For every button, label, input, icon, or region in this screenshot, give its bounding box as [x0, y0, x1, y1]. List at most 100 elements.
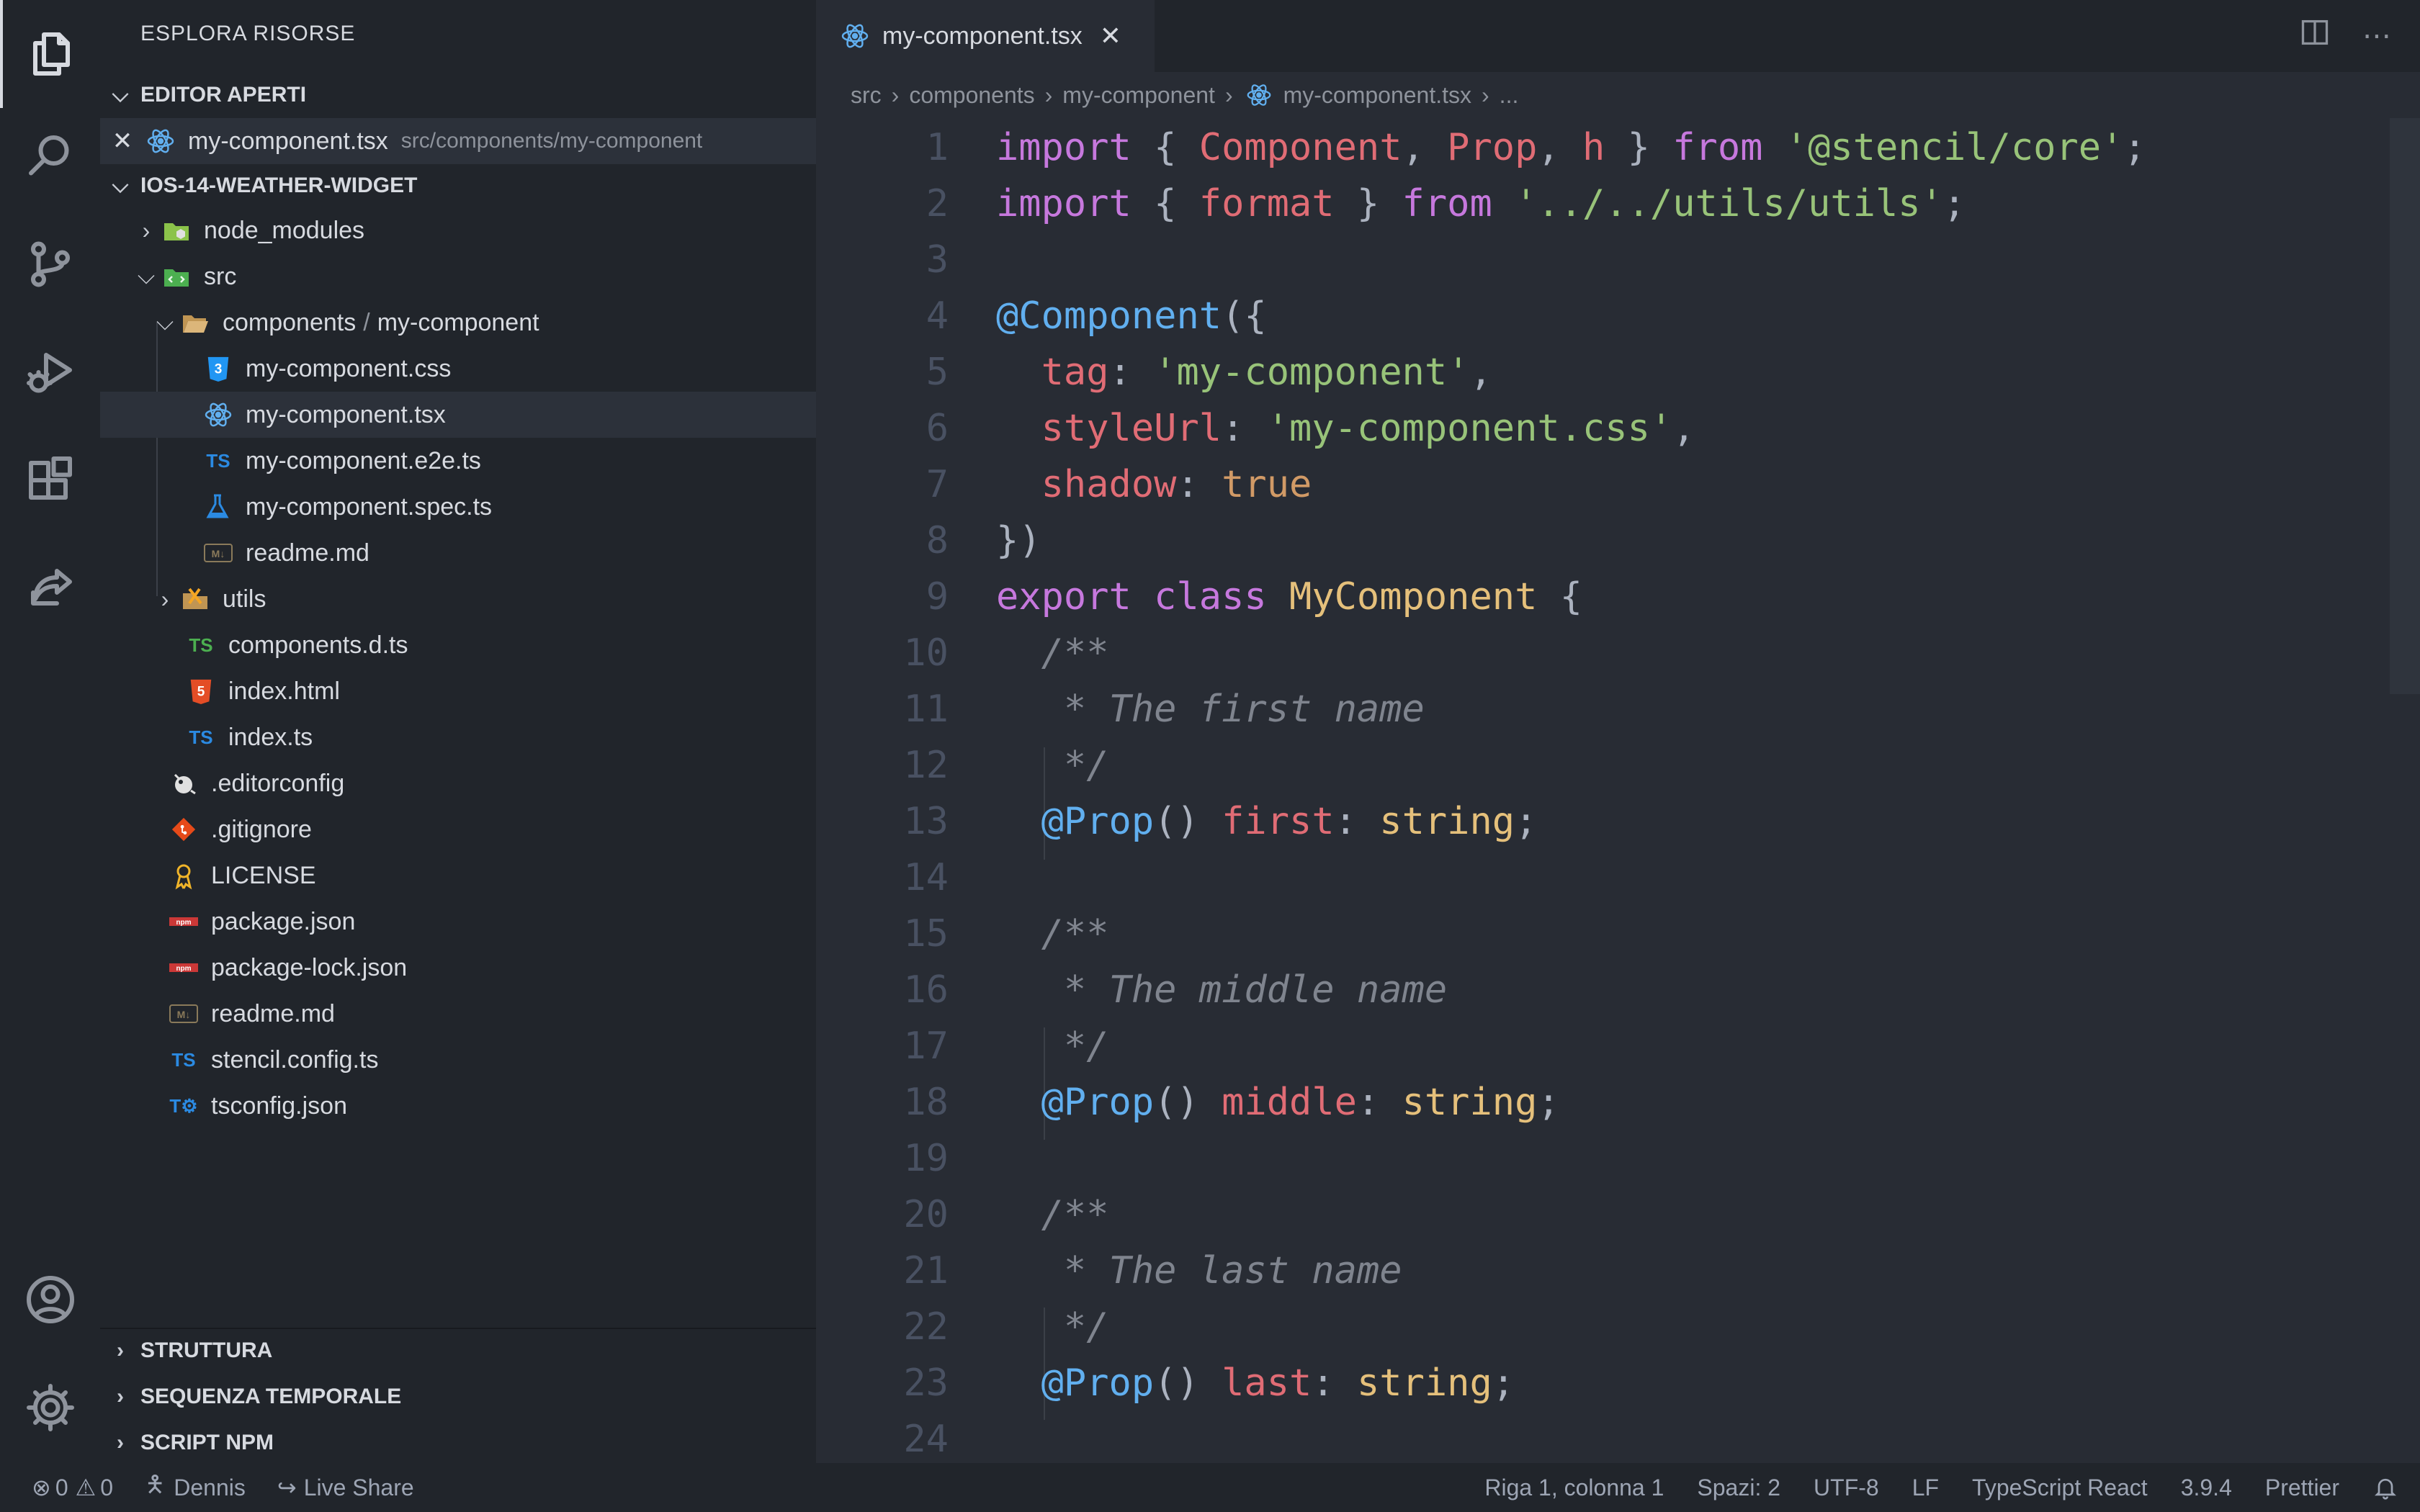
encoding[interactable]: UTF-8: [1814, 1475, 1879, 1501]
typescript-file-icon: TS: [206, 449, 230, 472]
language-mode[interactable]: TypeScript React: [1972, 1475, 2148, 1501]
breadcrumb: src › components › my-component › my-com…: [816, 72, 2420, 118]
src-folder-icon: [161, 261, 192, 292]
tree-item-license[interactable]: LICENSE: [100, 852, 816, 899]
breadcrumb-file[interactable]: my-component.tsx: [1283, 82, 1471, 109]
timeline-section[interactable]: › SEQUENZA TEMPORALE: [100, 1374, 816, 1420]
breadcrumb-symbols[interactable]: ...: [1500, 82, 1519, 109]
tree-item-spec[interactable]: my-component.spec.ts: [100, 484, 816, 530]
code-line: 7 shadow: true: [926, 463, 1312, 506]
code-line: 14: [903, 856, 949, 899]
npm-icon: npm: [168, 952, 200, 984]
code-line: 16 * The middle name: [903, 968, 1448, 1012]
code-line: 13 @Prop() first: string;: [903, 800, 1538, 843]
markdown-file-icon: M↓: [168, 998, 200, 1030]
breadcrumb-src[interactable]: src: [851, 82, 882, 109]
explorer-files-icon[interactable]: [0, 0, 100, 108]
live-share-button[interactable]: ↪ Live Share: [277, 1474, 414, 1501]
account-icon[interactable]: [0, 1246, 100, 1354]
tree-item-src[interactable]: ⌵ src: [100, 253, 816, 300]
open-editor-item[interactable]: ✕ my-component.tsx src/components/my-com…: [100, 118, 816, 164]
code-line: 19: [903, 1137, 949, 1180]
problems-indicator[interactable]: ⊗ 0 ⚠ 0: [32, 1474, 113, 1501]
node-folder-icon: [161, 215, 192, 246]
breadcrumb-my-component[interactable]: my-component: [1062, 82, 1215, 109]
npm-icon: npm: [168, 906, 200, 937]
code-line: 2 import { format } from '../../utils/ut…: [926, 182, 1966, 225]
end-of-line[interactable]: LF: [1912, 1475, 1939, 1501]
react-file-icon: [839, 20, 871, 52]
tree-item-package-json[interactable]: npm package.json: [100, 899, 816, 945]
tree-item-components-d-ts[interactable]: TS components.d.ts: [100, 622, 816, 668]
settings-gear-icon[interactable]: [0, 1354, 100, 1462]
warning-icon: ⚠: [75, 1475, 97, 1500]
tree-item-tsx[interactable]: my-component.tsx: [100, 392, 816, 438]
typescript-file-icon: TS: [189, 726, 213, 748]
code-line: 12 */: [903, 744, 1109, 787]
tree-item-readme[interactable]: M↓ readme.md: [100, 530, 816, 576]
tree-item-index-html[interactable]: 5 index.html: [100, 668, 816, 714]
tree-item-package-lock[interactable]: npm package-lock.json: [100, 945, 816, 991]
extensions-icon[interactable]: [0, 426, 100, 534]
breadcrumb-components[interactable]: components: [909, 82, 1034, 109]
live-share-icon[interactable]: [0, 534, 100, 642]
svg-text:npm: npm: [176, 965, 191, 973]
cursor-position[interactable]: Riga 1, colonna 1: [1484, 1475, 1664, 1501]
error-icon: ⊗: [32, 1475, 51, 1500]
tab-close-icon[interactable]: ✕: [1100, 21, 1121, 51]
chevron-right-icon: ›: [161, 585, 169, 612]
notifications-bell-icon[interactable]: [2372, 1475, 2398, 1500]
close-icon[interactable]: ✕: [100, 127, 145, 156]
tree-item-tsconfig[interactable]: T⚙ tsconfig.json: [100, 1083, 816, 1129]
code-line: 22 */: [903, 1305, 1109, 1349]
open-editors-header[interactable]: ⌵ EDITOR APERTI: [100, 72, 816, 118]
formatter[interactable]: Prettier: [2265, 1475, 2339, 1501]
tree-item-editorconfig[interactable]: .editorconfig: [100, 760, 816, 806]
tab-my-component-tsx[interactable]: my-component.tsx ✕: [816, 0, 1155, 72]
tree-item-utils[interactable]: › utils: [100, 576, 816, 622]
chevron-right-icon: ›: [117, 1385, 124, 1408]
git-icon: [168, 814, 200, 845]
user-indicator[interactable]: 🯅 Dennis: [145, 1468, 246, 1507]
code-line: 24: [903, 1418, 949, 1461]
ts-version[interactable]: 3.9.4: [2181, 1475, 2232, 1501]
code-line: 1 import { Component, Prop, h } from '@s…: [926, 126, 2146, 169]
breadcrumb-separator: ›: [1224, 81, 1233, 108]
tree-item-readme-root[interactable]: M↓ readme.md: [100, 991, 816, 1037]
code-editor[interactable]: 1 import { Component, Prop, h } from '@s…: [816, 118, 2420, 1463]
indentation[interactable]: Spazi: 2: [1697, 1475, 1780, 1501]
tree-item-stencil-config[interactable]: TS stencil.config.ts: [100, 1037, 816, 1083]
tree-item-index-ts[interactable]: TS index.ts: [100, 714, 816, 760]
tab-actions: ⋯: [2299, 0, 2391, 72]
open-editor-filename: my-component.tsx: [188, 127, 388, 155]
svg-text:5: 5: [197, 685, 205, 700]
code-line: 18 @Prop() middle: string;: [903, 1081, 1560, 1124]
project-header[interactable]: ⌵ IOS-14-WEATHER-WIDGET: [100, 163, 816, 209]
outline-section[interactable]: › STRUTTURA: [100, 1328, 816, 1374]
tree-item-css[interactable]: 3 my-component.css: [100, 346, 816, 392]
person-icon: 🯅: [145, 1471, 166, 1497]
source-control-icon[interactable]: [0, 210, 100, 318]
chevron-down-icon: ⌵: [137, 263, 156, 289]
chevron-down-icon: ⌵: [112, 174, 129, 197]
split-editor-icon[interactable]: [2299, 17, 2331, 55]
run-debug-icon[interactable]: [0, 318, 100, 426]
npm-scripts-section[interactable]: › SCRIPT NPM: [100, 1420, 816, 1466]
markdown-file-icon: M↓: [202, 537, 234, 569]
chevron-right-icon: ›: [117, 1431, 124, 1454]
code-line: 8 }): [926, 519, 1041, 562]
code-line: 20 /**: [903, 1193, 1109, 1236]
tree-item-gitignore[interactable]: .gitignore: [100, 806, 816, 852]
tree-item-components[interactable]: ⌵ components / my-component: [100, 300, 816, 346]
test-file-icon: [202, 491, 234, 523]
tab-label: my-component.tsx: [882, 22, 1083, 50]
more-actions-icon[interactable]: ⋯: [2362, 19, 2391, 53]
editor-scrollbar[interactable]: [2390, 118, 2420, 694]
search-icon[interactable]: [0, 101, 100, 209]
tree-item-e2e[interactable]: TS my-component.e2e.ts: [100, 438, 816, 484]
html-file-icon: 5: [185, 675, 217, 707]
activity-bar: [0, 0, 100, 1463]
tree-item-node-modules[interactable]: › node_modules: [100, 207, 816, 253]
status-bar: ⊗ 0 ⚠ 0 🯅 Dennis ↪ Live Share Riga 1, co…: [0, 1463, 2420, 1512]
chevron-down-icon: ⌵: [156, 309, 174, 335]
